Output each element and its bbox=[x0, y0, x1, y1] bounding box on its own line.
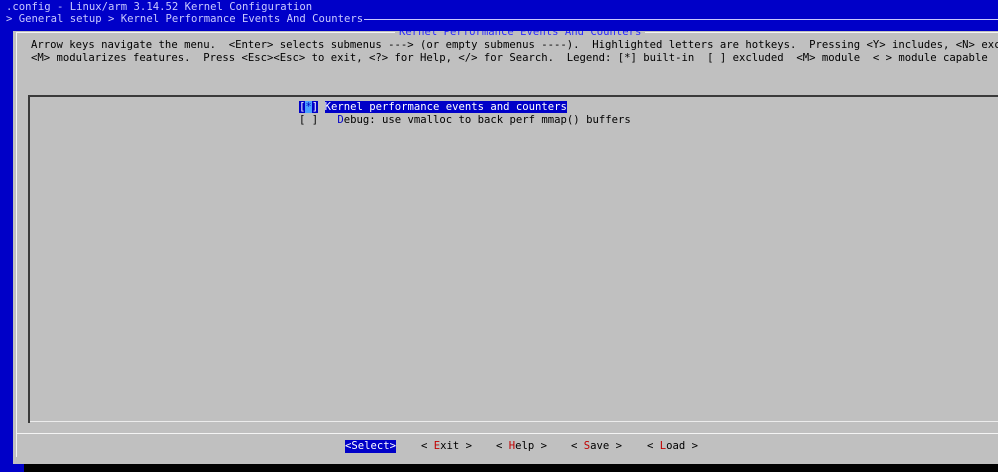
menu-item-label: Kernel performance events and counters bbox=[324, 101, 567, 113]
exit-button[interactable]: < Exit > bbox=[421, 440, 472, 453]
button-label: elect bbox=[357, 440, 390, 452]
button-label: xit bbox=[440, 440, 460, 452]
button-bracket: > bbox=[459, 440, 473, 452]
button-label: elp bbox=[515, 440, 535, 452]
menu-item-perf-events[interactable]: [*] Kernel performance events and counte… bbox=[299, 101, 567, 114]
dialog-shadow bbox=[24, 464, 998, 472]
menu-dialog: Kernel Performance Events And Counters A… bbox=[13, 31, 998, 464]
help-text-line-1: Arrow keys navigate the menu. <Enter> se… bbox=[31, 39, 998, 51]
help-text-line-2: <M> modularizes features. Press <Esc><Es… bbox=[31, 52, 988, 64]
button-bracket: > bbox=[685, 440, 699, 452]
load-button[interactable]: < Load > bbox=[647, 440, 698, 453]
menu-list-box bbox=[28, 95, 998, 422]
save-button[interactable]: < Save > bbox=[571, 440, 622, 453]
menu-item-label: ebug: use vmalloc to back perf mmap() bu… bbox=[343, 114, 631, 126]
select-button[interactable]: <Select> bbox=[345, 440, 397, 453]
button-label: ave bbox=[590, 440, 610, 452]
menu-box-corner bbox=[28, 415, 34, 423]
breadcrumb-rule bbox=[364, 19, 998, 20]
button-separator bbox=[16, 433, 998, 434]
button-bracket: > bbox=[534, 440, 548, 452]
menu-item-debug-vmalloc[interactable]: [ ] Debug: use vmalloc to back perf mmap… bbox=[299, 114, 631, 127]
button-bracket: < bbox=[421, 440, 434, 452]
button-bracket: < bbox=[496, 440, 509, 452]
button-label: oad bbox=[666, 440, 686, 452]
breadcrumb: > General setup > Kernel Performance Eve… bbox=[6, 13, 364, 25]
button-bracket: > bbox=[609, 440, 623, 452]
button-bracket: < bbox=[647, 440, 660, 452]
button-bracket: < bbox=[571, 440, 584, 452]
terminal-screen: .config - Linux/arm 3.14.52 Kernel Confi… bbox=[0, 0, 998, 472]
dialog-title: Kernel Performance Events And Counters bbox=[395, 31, 646, 39]
checkbox-state-builtin[interactable]: * bbox=[305, 101, 312, 113]
help-button[interactable]: < Help > bbox=[496, 440, 547, 453]
button-bracket: > bbox=[389, 440, 397, 452]
